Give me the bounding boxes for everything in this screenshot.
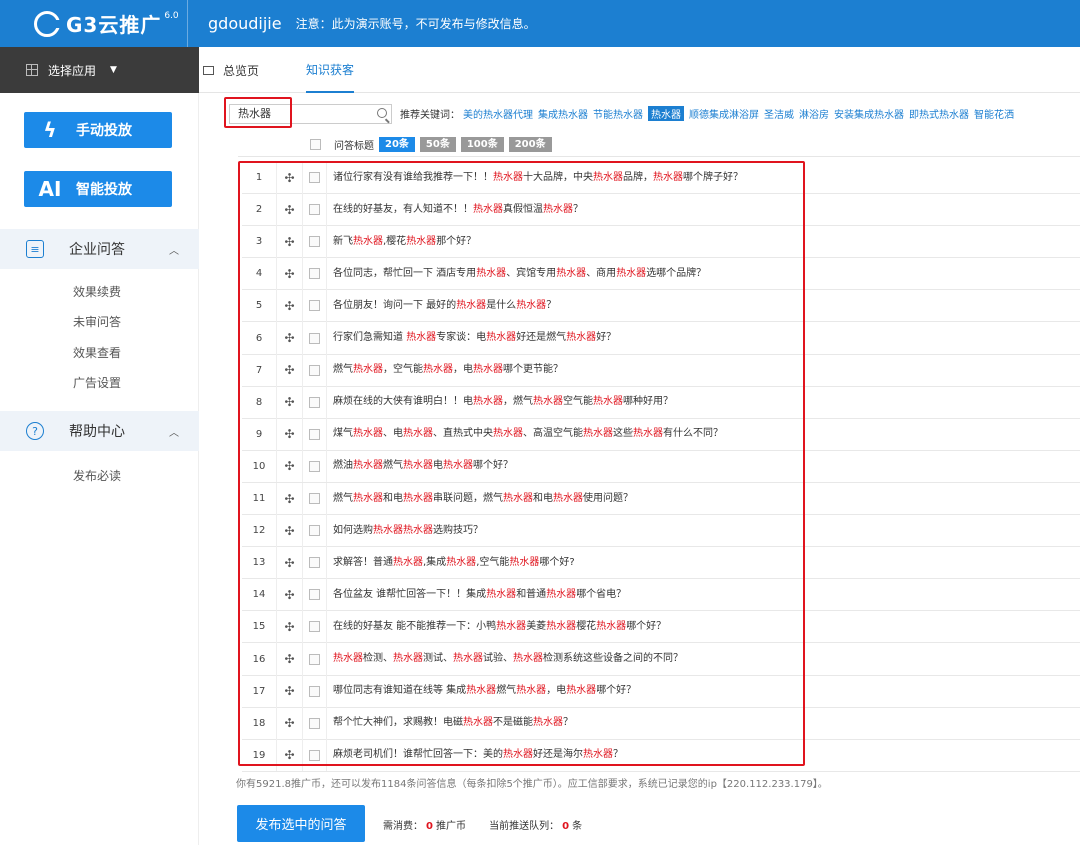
demo-notice: 注意：此为演示账号，不可发布与修改信息。 [295,17,536,31]
keyword-link[interactable]: 节能热水器 [593,106,643,121]
tab-overview-label: 总览页 [223,63,260,78]
keyword-link[interactable]: 热水器 [648,106,684,121]
sidebar-section-qa-label: 企业问答 [69,242,125,258]
nav-row: 选择应用 ▼ 总览页 知识获客 [0,47,1080,93]
chevron-up-icon: ︿ [169,245,179,257]
sidebar-item-unreviewed[interactable]: 未审问答 [73,313,121,330]
sidebar-item-must-read[interactable]: 发布必读 [73,467,121,484]
recommended-keywords: 推荐关键词： 美的热水器代理 集成热水器 节能热水器 热水器 顺德集成淋浴屏 圣洁威 淋浴房… [400,106,1019,121]
sidebar-item-ad-settings[interactable]: 广告设置 [73,374,121,391]
logo-version: 6.0 [164,10,179,21]
keyword-link[interactable]: 顺德集成淋浴屏 [689,106,759,121]
sidebar-section-help[interactable]: ? 帮助中心 ︿ [0,411,199,451]
monitor-icon [203,65,214,75]
sidebar-item-renew[interactable]: 效果续费 [73,283,121,300]
table-header: 问答标题 20条 50条 100条 200条 [238,133,1080,157]
balance-note: 你有5921.8推广币，还可以发布1184条问答信息（每条扣除5个推广币）。应工… [236,779,828,790]
list-highlight-box [238,161,805,766]
help-icon: ? [26,422,44,440]
queue-label: 当前推送队列： [489,821,560,832]
search-highlight-box [224,97,292,128]
logo-icon [34,10,62,37]
queue-unit: 条 [572,821,583,832]
page-size-button[interactable]: 50条 [419,137,456,152]
keywords-label: 推荐关键词： [400,110,460,121]
app-select-label: 选择应用 [48,63,97,78]
tab-knowledge-label: 知识获客 [306,62,355,77]
keyword-link[interactable]: 集成热水器 [538,106,588,121]
ai-icon: AI [38,177,62,201]
top-bar: G3云推广 6.0 gdoudijie 注意：此为演示账号，不可发布与修改信息。 [0,0,1080,47]
ai-publish-label: 智能投放 [76,182,132,198]
search-icon[interactable] [377,108,387,118]
sidebar-item-results[interactable]: 效果查看 [73,344,121,361]
manual-publish-button[interactable]: ϟ 手动投放 [24,112,172,148]
app-select[interactable]: 选择应用 ▼ [0,47,199,93]
ai-publish-button[interactable]: AI 智能投放 [24,171,172,207]
lightning-icon: ϟ [43,118,57,142]
keyword-link[interactable]: 圣洁威 [764,106,794,121]
cost-label: 需消费： [383,821,423,832]
page-size-button[interactable]: 100条 [460,137,504,152]
sidebar: ϟ 手动投放 AI 智能投放 ≡ 企业问答 ︿ 效果续费 未审问答 效果查看 广… [0,93,199,845]
queue-value: 0 [562,821,570,832]
tab-knowledge[interactable]: 知识获客 [306,47,355,93]
tab-overview[interactable]: 总览页 [203,47,259,93]
username: gdoudijie [208,14,282,33]
caret-down-icon: ▼ [110,65,117,75]
sidebar-section-help-label: 帮助中心 [69,424,125,440]
keyword-link[interactable]: 美的热水器代理 [463,106,533,121]
keyword-link[interactable]: 淋浴房 [799,106,829,121]
page-size-button[interactable]: 20条 [379,137,415,152]
grid-icon [26,64,38,76]
keyword-link[interactable]: 智能花洒 [974,106,1014,121]
cost-value: 0 [426,821,433,832]
logo-text: G3云推广 [66,13,162,37]
cost-unit: 推广币 [435,821,466,832]
page-size-button[interactable]: 200条 [508,137,552,152]
keyword-link[interactable]: 即热式热水器 [909,106,969,121]
manual-publish-label: 手动投放 [76,123,132,139]
column-title-label: 问答标题 [334,141,374,152]
keyword-link[interactable]: 安装集成热水器 [834,106,904,121]
logo[interactable]: G3云推广 6.0 [0,0,188,47]
cost-info: 需消费： 0 推广币 当前推送队列： 0 条 [383,817,582,832]
publish-selected-button[interactable]: 发布选中的问答 [237,805,365,842]
sidebar-section-qa[interactable]: ≡ 企业问答 ︿ [0,229,199,269]
qa-search-icon: ≡ [26,240,44,258]
select-all-checkbox[interactable] [310,139,321,150]
chevron-up-icon: ︿ [169,427,179,439]
